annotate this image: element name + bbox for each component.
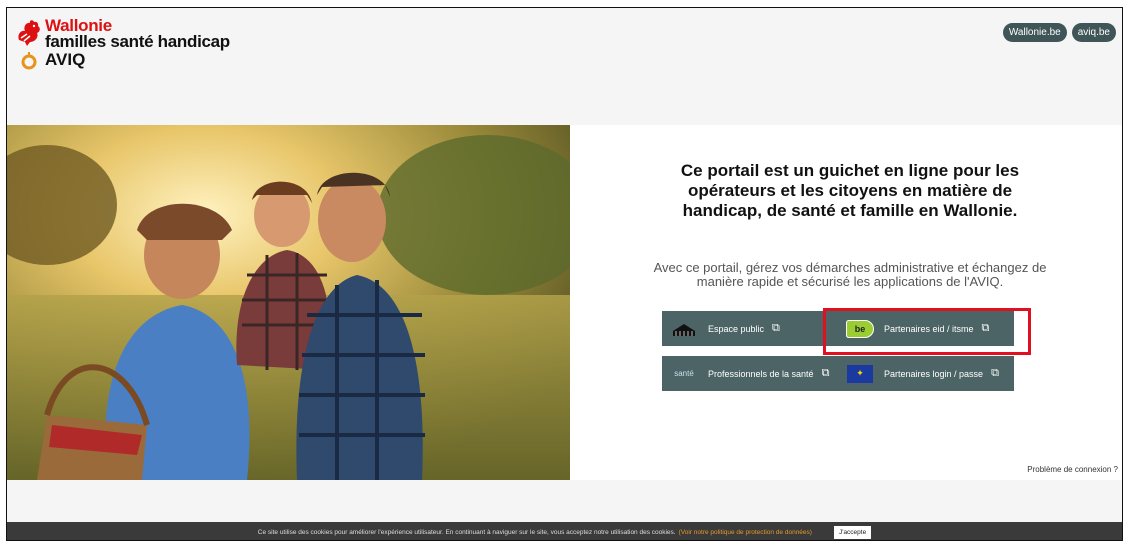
page-subtitle: Avec ce portail, gérez vos démarches adm… <box>653 260 1047 289</box>
partenaires-login-label: Partenaires login / passe <box>884 368 984 379</box>
main-content: Ce portail est un guichet en ligne pour … <box>570 125 1122 480</box>
aviq-logo-icon <box>21 52 37 70</box>
external-link-icon: ⧉ <box>821 367 830 379</box>
partenaires-login-button[interactable]: ✦ Partenaires login / passe ⧉ <box>838 356 1014 391</box>
connection-problem-link[interactable]: Problème de connexion ? <box>1027 465 1118 474</box>
logo-aviq: AVIQ <box>45 50 86 69</box>
logo-subtitle: familles santé handicap <box>45 32 230 51</box>
page-title: Ce portail est un guichet en ligne pour … <box>680 161 1020 220</box>
page-frame: Wallonie familles santé handicap AVIQ Wa… <box>6 7 1123 541</box>
hero-section: Ce portail est un guichet en ligne pour … <box>7 125 1122 480</box>
professionnels-sante-button[interactable]: santé Professionnels de la santé ⧉ <box>662 356 838 391</box>
wallonie-be-link[interactable]: Wallonie.be <box>1002 23 1067 42</box>
eu-flag-icon: ✦ <box>846 364 874 384</box>
accept-cookies-button[interactable]: J'accepte <box>833 525 872 539</box>
highlight-box <box>823 308 1031 355</box>
spacer <box>7 480 1122 522</box>
rooster-logo-icon <box>18 20 40 46</box>
building-icon <box>670 319 698 339</box>
external-links: Wallonie.be aviq.be <box>1002 23 1116 42</box>
espace-public-button[interactable]: Espace public ⧉ <box>662 311 838 346</box>
aviq-be-link[interactable]: aviq.be <box>1071 23 1116 42</box>
professionnels-sante-label: Professionnels de la santé <box>708 368 814 379</box>
cookie-bar: Ce site utilise des cookies pour amélior… <box>7 522 1122 540</box>
external-link-icon: ⧉ <box>772 322 780 334</box>
sante-icon: santé <box>674 369 694 378</box>
cookie-text: Ce site utilise des cookies pour amélior… <box>257 528 676 536</box>
site-header: Wallonie familles santé handicap AVIQ Wa… <box>7 8 1122 125</box>
espace-public-label: Espace public <box>708 323 765 334</box>
external-link-icon: ⧉ <box>991 367 999 379</box>
family-photo <box>7 125 570 480</box>
privacy-policy-link[interactable]: (Voir notre politique de protection de d… <box>679 529 812 536</box>
